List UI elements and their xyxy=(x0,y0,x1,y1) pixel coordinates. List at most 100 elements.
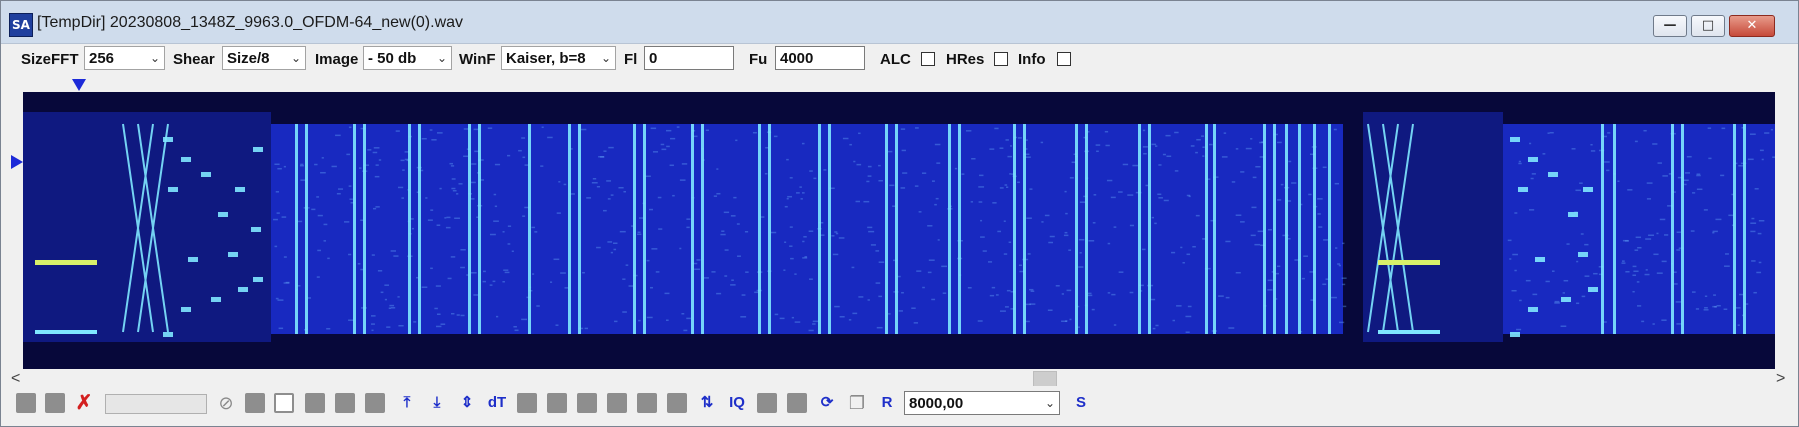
pilot-dash xyxy=(181,157,191,162)
noise-speck xyxy=(1107,242,1111,245)
pilot-dash xyxy=(235,187,245,192)
noise-speck xyxy=(808,278,813,280)
zoom-in-icon[interactable]: ⤒ xyxy=(397,393,417,413)
noise-speck xyxy=(1579,182,1583,184)
noise-speck xyxy=(1162,153,1166,156)
swap-icon[interactable]: ⇅ xyxy=(697,393,717,413)
shear-select[interactable]: Size/8 ⌄ xyxy=(222,46,306,70)
noise-speck xyxy=(456,314,460,316)
hres-checkbox[interactable] xyxy=(994,52,1008,66)
pilot-line xyxy=(468,124,471,334)
image-select[interactable]: - 50 db ⌄ xyxy=(363,46,452,70)
chevron-down-icon: ⌄ xyxy=(436,51,447,65)
page-icon[interactable] xyxy=(577,393,597,413)
pilot-line xyxy=(363,124,366,334)
noise-speck xyxy=(521,318,528,321)
title-bar[interactable]: SA [TempDir] 20230808_1348Z_9963.0_OFDM-… xyxy=(1,1,1798,44)
noise-speck xyxy=(1633,270,1639,273)
page-icon[interactable] xyxy=(787,393,807,413)
pilot-line xyxy=(1298,124,1301,334)
noise-speck xyxy=(931,180,935,182)
noise-speck xyxy=(1091,308,1095,311)
noise-speck xyxy=(999,187,1004,189)
page-icon[interactable] xyxy=(16,393,36,413)
noise-speck xyxy=(1261,141,1264,143)
page-icon[interactable] xyxy=(245,393,265,413)
noise-speck xyxy=(1142,129,1146,132)
fu-input[interactable]: 4000 xyxy=(775,46,865,70)
sizefft-select[interactable]: 256 ⌄ xyxy=(84,46,165,70)
noise-speck xyxy=(454,217,460,220)
noise-speck xyxy=(323,223,328,226)
noise-speck xyxy=(300,163,304,166)
page-icon[interactable] xyxy=(335,393,355,413)
page-icon[interactable] xyxy=(517,393,537,413)
time-marker-icon[interactable] xyxy=(11,155,23,169)
noise-speck xyxy=(970,201,974,203)
noise-speck xyxy=(783,269,786,271)
noise-speck xyxy=(1511,289,1517,292)
pilot-line xyxy=(578,124,581,334)
noise-speck xyxy=(1323,239,1329,241)
s-icon[interactable]: S xyxy=(1071,393,1091,413)
page-icon[interactable] xyxy=(667,393,687,413)
noise-speck xyxy=(1182,262,1185,264)
noise-speck xyxy=(427,219,433,221)
page-icon[interactable] xyxy=(637,393,657,413)
noise-speck xyxy=(531,226,536,229)
spectrogram-display[interactable] xyxy=(23,92,1775,369)
noise-speck xyxy=(856,163,862,166)
page-icon[interactable] xyxy=(365,393,385,413)
noise-speck xyxy=(1529,209,1535,211)
noise-speck xyxy=(1225,240,1231,243)
frame-icon[interactable] xyxy=(274,393,294,413)
alc-checkbox[interactable] xyxy=(921,52,935,66)
zoom-fit-icon[interactable]: ⇕ xyxy=(457,393,477,413)
noise-speck xyxy=(1584,243,1589,246)
noise-speck xyxy=(1142,248,1146,251)
dt-icon[interactable]: dT xyxy=(485,393,509,413)
noise-speck xyxy=(316,276,320,278)
noise-speck xyxy=(1235,148,1239,150)
refresh-icon[interactable]: ⟳ xyxy=(817,393,837,413)
noise-speck xyxy=(679,247,682,250)
zoom-out-icon[interactable]: ⤓ xyxy=(427,393,447,413)
copy-icon[interactable]: ❐ xyxy=(847,393,867,413)
pilot-dash xyxy=(1510,332,1520,337)
noise-speck xyxy=(1223,132,1227,134)
frequency-marker-icon[interactable] xyxy=(72,79,86,91)
noise-speck xyxy=(536,305,540,307)
noise-speck xyxy=(1190,145,1195,147)
fl-input[interactable]: 0 xyxy=(644,46,734,70)
noise-speck xyxy=(460,266,465,269)
sizefft-label: SizeFFT xyxy=(21,51,79,68)
noise-speck xyxy=(283,256,287,258)
page-icon[interactable] xyxy=(305,393,325,413)
page-icon[interactable] xyxy=(45,393,65,413)
pilot-line xyxy=(768,124,771,334)
iq-icon[interactable]: IQ xyxy=(725,393,749,413)
scrollbar-thumb[interactable] xyxy=(1033,371,1057,387)
page-icon[interactable] xyxy=(547,393,567,413)
noise-speck xyxy=(658,228,663,230)
noise-speck xyxy=(278,327,284,330)
noise-speck xyxy=(357,263,361,265)
noise-speck xyxy=(348,185,352,187)
noise-speck xyxy=(834,231,838,233)
noise-speck xyxy=(456,193,459,195)
no-cross-icon[interactable]: ✗ xyxy=(74,393,94,413)
no-entry-icon[interactable]: ⊘ xyxy=(216,393,236,413)
page-icon[interactable] xyxy=(607,393,627,413)
sample-rate-select[interactable]: 8000,00 ⌄ xyxy=(904,391,1060,415)
maximize-button[interactable]: □ xyxy=(1691,15,1725,37)
noise-speck xyxy=(540,165,544,167)
winf-select[interactable]: Kaiser, b=8 ⌄ xyxy=(501,46,616,70)
noise-speck xyxy=(1646,182,1653,184)
info-checkbox[interactable] xyxy=(1057,52,1071,66)
noise-speck xyxy=(450,256,456,258)
r-icon[interactable]: R xyxy=(877,393,897,413)
page-icon[interactable] xyxy=(757,393,777,413)
minimize-button[interactable]: — xyxy=(1653,15,1687,37)
noise-speck xyxy=(451,187,456,190)
close-button[interactable]: ✕ xyxy=(1729,15,1775,37)
